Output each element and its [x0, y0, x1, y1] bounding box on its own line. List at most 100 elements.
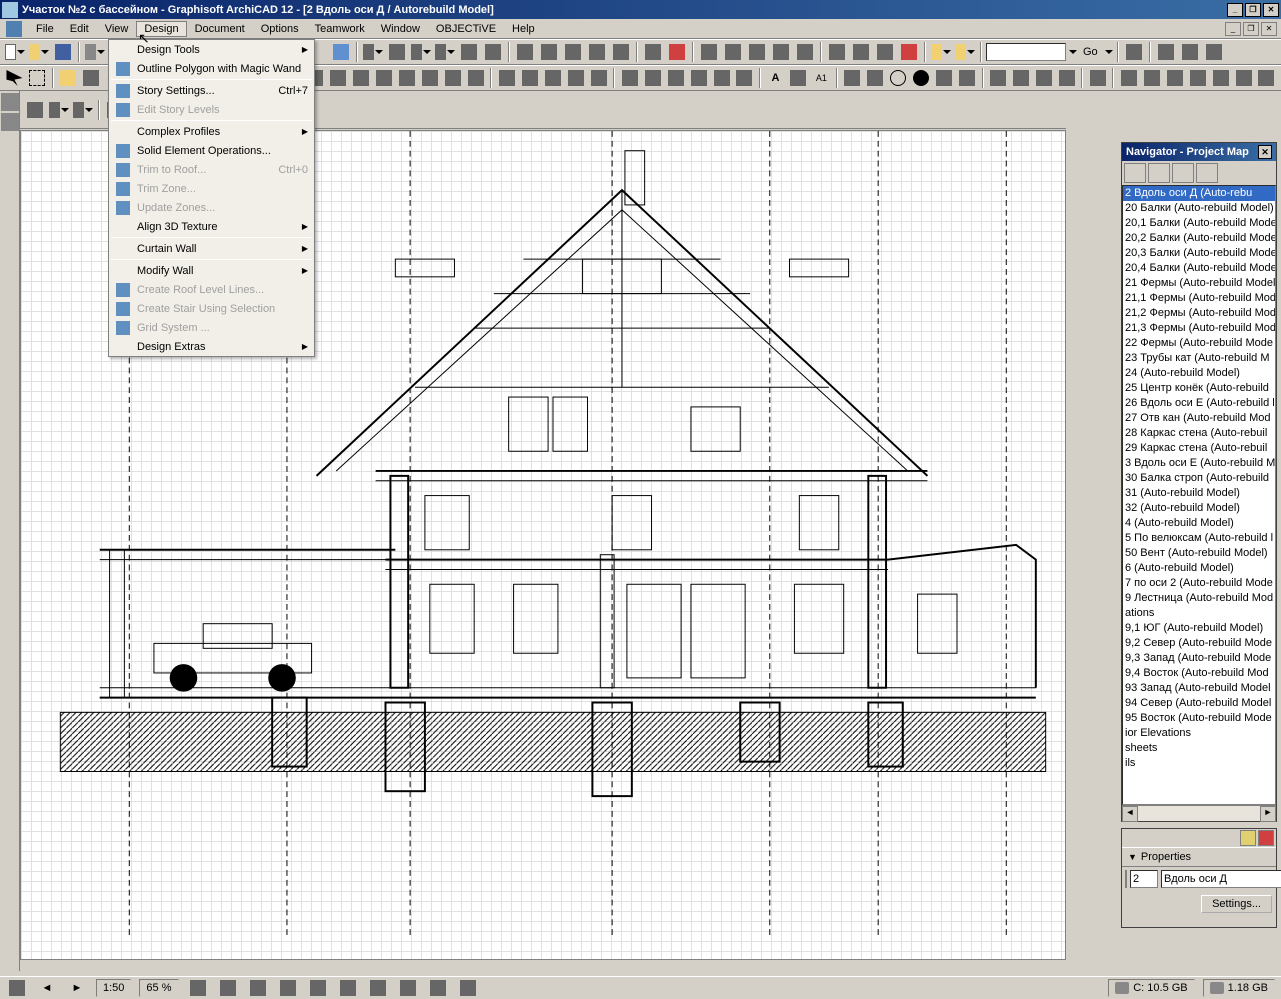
t2-u[interactable]	[788, 67, 809, 89]
tool-y[interactable]	[1123, 41, 1145, 63]
menu-item[interactable]: Align 3D Texture▶	[109, 217, 314, 236]
navigator-list[interactable]: 2 Вдоль оси Д (Auto-rebu20 Балки (Auto-r…	[1122, 185, 1276, 805]
menu-document[interactable]: Document	[187, 21, 253, 37]
sb-btn-3[interactable]	[217, 977, 239, 999]
navigator-item[interactable]: 7 по оси 2 (Auto-rebuild Mode	[1123, 576, 1275, 591]
t2-e[interactable]	[397, 67, 418, 89]
undo-button[interactable]	[330, 41, 352, 63]
t2-y[interactable]	[888, 67, 909, 89]
navigator-item[interactable]: 9,4 Восток (Auto-rebuild Mod	[1123, 666, 1275, 681]
navigator-item[interactable]: 9,2 Север (Auto-rebuild Mode	[1123, 636, 1275, 651]
navigator-item[interactable]: 95 Восток (Auto-rebuild Mode	[1123, 711, 1275, 726]
tool-p[interactable]	[746, 41, 768, 63]
tool-aa[interactable]	[1179, 41, 1201, 63]
menu-window[interactable]: Window	[373, 21, 428, 37]
tool-z[interactable]	[1155, 41, 1177, 63]
sb-btn-1[interactable]	[6, 977, 28, 999]
t3-b[interactable]	[48, 99, 70, 121]
sb-btn-6[interactable]	[307, 977, 329, 999]
view-tool2[interactable]	[81, 67, 102, 89]
menu-item[interactable]: Solid Element Operations...	[109, 141, 314, 160]
menu-teamwork[interactable]: Teamwork	[307, 21, 373, 37]
nav-tab-1[interactable]	[1124, 163, 1146, 183]
menu-options[interactable]: Options	[253, 21, 307, 37]
tool-b[interactable]	[386, 41, 408, 63]
navigator-item[interactable]: 9,3 Запад (Auto-rebuild Mode	[1123, 651, 1275, 666]
navigator-item[interactable]: 2 Вдоль оси Д (Auto-rebu	[1123, 186, 1275, 201]
tool-k[interactable]	[610, 41, 632, 63]
zoom-display[interactable]: 65 %	[139, 979, 178, 997]
navigator-item[interactable]: 32 (Auto-rebuild Model)	[1123, 501, 1275, 516]
navigator-item[interactable]: 20 Балки (Auto-rebuild Model)	[1123, 201, 1275, 216]
menu-item[interactable]: Design Tools▶	[109, 40, 314, 59]
doc-minimize-button[interactable]: _	[1225, 22, 1241, 36]
navigator-item[interactable]: 23 Трубы кат (Auto-rebuild M	[1123, 351, 1275, 366]
navigator-item[interactable]: 9,1 ЮГ (Auto-rebuild Model)	[1123, 621, 1275, 636]
t2-m[interactable]	[588, 67, 609, 89]
navigator-item[interactable]: 3 Вдоль оси Е (Auto-rebuild M	[1123, 456, 1275, 471]
navigator-scrollbar[interactable]: ◄ ►	[1122, 805, 1276, 821]
t2-x[interactable]	[865, 67, 886, 89]
print-button[interactable]	[84, 41, 106, 63]
sb-btn-10[interactable]	[427, 977, 449, 999]
t2-p[interactable]	[665, 67, 686, 89]
t2-k[interactable]	[542, 67, 563, 89]
minimize-button[interactable]: _	[1227, 3, 1243, 17]
arrow-tool[interactable]	[4, 67, 25, 89]
scroll-right-button[interactable]: ►	[1260, 806, 1276, 822]
menu-edit[interactable]: Edit	[62, 21, 97, 37]
menu-objective[interactable]: OBJECTiVE	[428, 21, 504, 37]
t2-ak[interactable]	[1187, 67, 1208, 89]
tool-r[interactable]	[794, 41, 816, 63]
side-tool-2[interactable]	[1, 113, 19, 131]
menu-item[interactable]: Curtain Wall▶	[109, 239, 314, 258]
navigator-item[interactable]: 93 Запад (Auto-rebuild Model	[1123, 681, 1275, 696]
sb-btn-2[interactable]	[187, 977, 209, 999]
t2-d[interactable]	[374, 67, 395, 89]
t2-o[interactable]	[642, 67, 663, 89]
t2-am[interactable]	[1233, 67, 1254, 89]
menu-item[interactable]: Outline Polygon with Magic Wand	[109, 59, 314, 78]
menu-view[interactable]: View	[97, 21, 137, 37]
navigator-item[interactable]: ior Elevations	[1123, 726, 1275, 741]
t2-aa[interactable]	[934, 67, 955, 89]
menu-item[interactable]: Design Extras▶	[109, 337, 314, 356]
navigator-close-button[interactable]: ✕	[1258, 145, 1272, 159]
doc-restore-button[interactable]: ❐	[1243, 22, 1259, 36]
navigator-item[interactable]: 31 (Auto-rebuild Model)	[1123, 486, 1275, 501]
menu-item[interactable]: Story Settings...Ctrl+7	[109, 81, 314, 100]
tool-c[interactable]	[410, 41, 432, 63]
tool-u[interactable]	[874, 41, 896, 63]
t2-g[interactable]	[443, 67, 464, 89]
t2-s[interactable]	[734, 67, 755, 89]
t2-r[interactable]	[711, 67, 732, 89]
t2-ag[interactable]	[1087, 67, 1108, 89]
t2-q[interactable]	[688, 67, 709, 89]
tool-i[interactable]	[562, 41, 584, 63]
new-button[interactable]	[4, 41, 26, 63]
prop-id-input[interactable]	[1130, 870, 1158, 888]
view3d-button[interactable]	[58, 67, 79, 89]
menu-design[interactable]: Design	[136, 21, 186, 37]
navigator-item[interactable]: 22 Фермы (Auto-rebuild Mode	[1123, 336, 1275, 351]
t2-v[interactable]: A1	[811, 67, 832, 89]
navigator-item[interactable]: 20,2 Балки (Auto-rebuild Mode	[1123, 231, 1275, 246]
maximize-button[interactable]: ❐	[1245, 3, 1261, 17]
marquee-tool[interactable]	[27, 67, 48, 89]
side-tool-1[interactable]	[1, 93, 19, 111]
t2-j[interactable]	[519, 67, 540, 89]
navigator-item[interactable]: 4 (Auto-rebuild Model)	[1123, 516, 1275, 531]
navigator-item[interactable]: 20,1 Балки (Auto-rebuild Mode	[1123, 216, 1275, 231]
nav-tab-3[interactable]	[1172, 163, 1194, 183]
t2-h[interactable]	[466, 67, 487, 89]
tool-l[interactable]	[642, 41, 664, 63]
t2-w[interactable]	[842, 67, 863, 89]
menu-help[interactable]: Help	[504, 21, 543, 37]
scroll-left-button[interactable]: ◄	[1122, 806, 1138, 822]
t2-c[interactable]	[351, 67, 372, 89]
address-input[interactable]	[986, 43, 1066, 61]
tool-n[interactable]	[698, 41, 720, 63]
tool-j[interactable]	[586, 41, 608, 63]
navigator-item[interactable]: 20,4 Балки (Auto-rebuild Mode	[1123, 261, 1275, 276]
navigator-item[interactable]: 21,2 Фермы (Auto-rebuild Mod	[1123, 306, 1275, 321]
